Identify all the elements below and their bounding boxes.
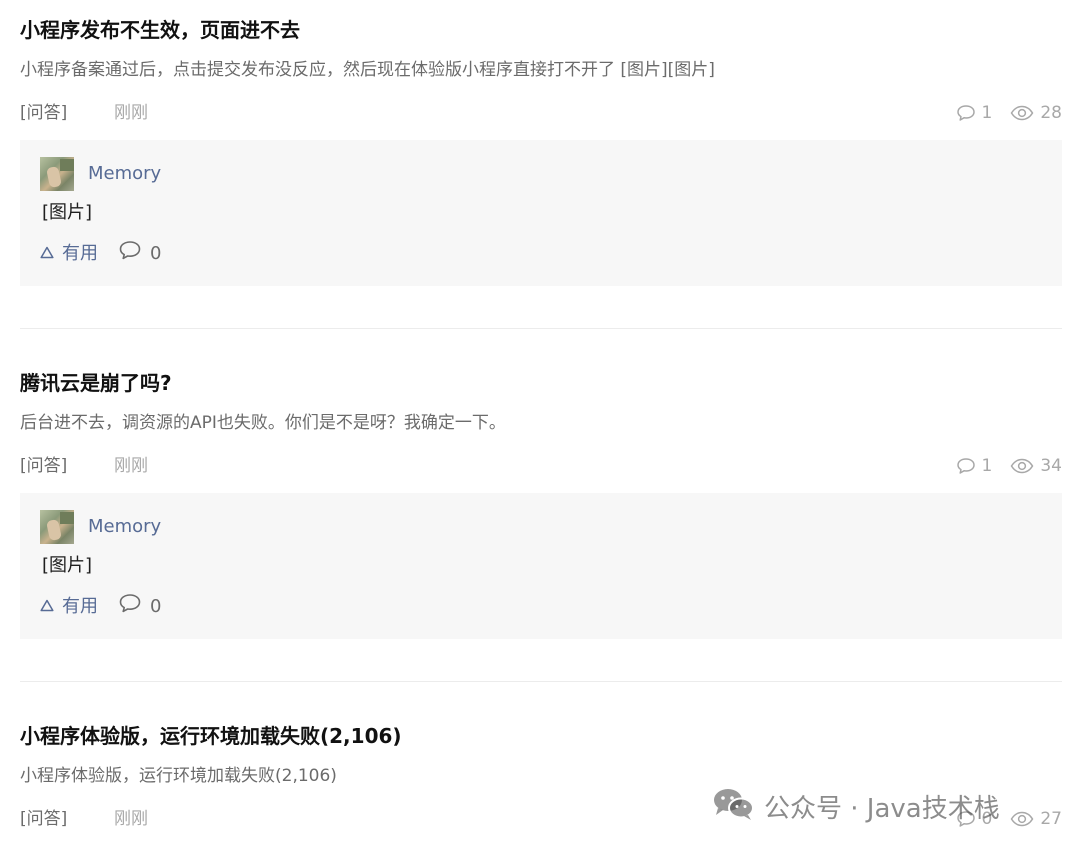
post-feed: 小程序发布不生效，页面进不去 小程序备案通过后，点击提交发布没反应，然后现在体验… [0,0,1080,853]
triangle-up-icon [40,241,54,267]
view-count: 27 [1010,806,1062,832]
comment-bubble-icon [118,593,142,621]
comment-count-value: 1 [981,103,993,123]
post-time: 刚刚 [114,809,148,829]
reply-username[interactable]: Memory [88,161,161,187]
post-stats: 1 28 [956,100,1062,126]
eye-icon [1010,811,1034,827]
post-tag: [问答] [20,456,68,476]
post-title[interactable]: 小程序体验版，运行环境加载失败(2,106) [20,722,402,750]
reply-username[interactable]: Memory [88,514,161,540]
post-title[interactable]: 腾讯云是崩了吗? [20,369,172,397]
reply-comment-count: 0 [150,596,162,617]
view-count: 34 [1010,453,1062,479]
divider [20,681,1062,682]
reply-actions: 有用 0 [40,241,161,267]
reply-card: Memory [图片] 有用 0 [20,140,1062,286]
post-time: 刚刚 [114,103,148,123]
watermark-text: 公众号 · Java技术栈 [764,794,1000,824]
view-count-value: 27 [1040,809,1062,829]
post-meta: [问答] 刚刚 1 34 [20,453,1062,479]
comment-count-value: 1 [981,456,993,476]
eye-icon [1010,105,1034,121]
watermark: 公众号 · Java技术栈 [712,788,1000,828]
useful-button[interactable]: 有用 [40,241,98,267]
post-time: 刚刚 [114,456,148,476]
divider [20,328,1062,329]
post-meta: [问答] 刚刚 1 28 [20,100,1062,126]
triangle-up-icon [40,594,54,620]
avatar[interactable] [40,157,74,191]
view-count-value: 34 [1040,456,1062,476]
reply-comment-button[interactable]: 0 [118,593,161,621]
post-excerpt[interactable]: 小程序备案通过后，点击提交发布没反应，然后现在体验版小程序直接打不开了 [图片]… [20,58,715,82]
comment-count[interactable]: 1 [956,100,993,126]
useful-button[interactable]: 有用 [40,594,98,620]
view-count: 28 [1010,100,1062,126]
reply-actions: 有用 0 [40,594,161,620]
post-tag: [问答] [20,809,68,829]
reply-content[interactable]: [图片] [42,200,92,226]
view-count-value: 28 [1040,103,1062,123]
comment-bubble-icon [118,240,142,268]
post-stats: 1 34 [956,453,1062,479]
useful-label: 有用 [62,596,98,617]
reply-card: Memory [图片] 有用 0 [20,493,1062,639]
reply-content[interactable]: [图片] [42,553,92,579]
avatar[interactable] [40,510,74,544]
post-excerpt[interactable]: 小程序体验版，运行环境加载失败(2,106) [20,764,337,788]
comment-bubble-icon [956,457,976,475]
eye-icon [1010,458,1034,474]
reply-comment-button[interactable]: 0 [118,240,161,268]
post-excerpt[interactable]: 后台进不去，调资源的API也失败。你们是不是呀？我确定一下。 [20,411,506,435]
wechat-icon [712,787,754,832]
post-tag: [问答] [20,103,68,123]
comment-bubble-icon [956,104,976,122]
useful-label: 有用 [62,243,98,264]
post-title[interactable]: 小程序发布不生效，页面进不去 [20,16,300,44]
comment-count[interactable]: 1 [956,453,993,479]
reply-comment-count: 0 [150,243,162,264]
